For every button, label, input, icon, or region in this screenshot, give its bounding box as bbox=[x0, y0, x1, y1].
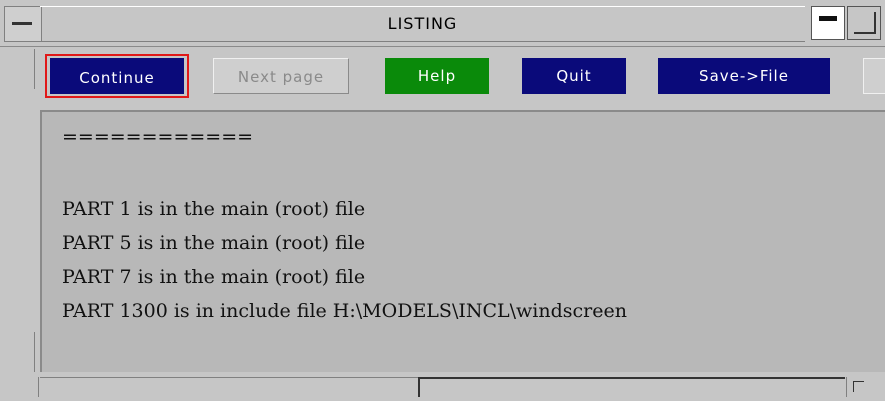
listing-line: PART 5 is in the main (root) file bbox=[62, 232, 366, 254]
minimize-button[interactable] bbox=[811, 6, 845, 40]
maximize-icon bbox=[854, 12, 876, 34]
help-button[interactable]: Help bbox=[385, 58, 489, 94]
resize-corner-icon bbox=[853, 381, 864, 392]
listing-line: PART 7 is in the main (root) file bbox=[62, 266, 366, 288]
menu-dash-icon bbox=[12, 22, 32, 25]
listing-line: PART 1 is in the main (root) file bbox=[62, 198, 366, 220]
quit-button[interactable]: Quit bbox=[522, 58, 626, 94]
scroll-thumb[interactable] bbox=[418, 377, 845, 397]
horizontal-scrollbar[interactable] bbox=[0, 373, 885, 401]
maximize-button[interactable] bbox=[847, 6, 881, 40]
window-title: LISTING bbox=[40, 6, 805, 42]
scroll-right-button[interactable] bbox=[846, 377, 881, 397]
resize-handle-bottom[interactable] bbox=[4, 332, 35, 372]
next-page-button[interactable]: Next page bbox=[213, 58, 349, 94]
toolbar: Continue Next page Help Quit Save->File bbox=[40, 50, 885, 106]
resize-handle-top[interactable] bbox=[4, 49, 35, 89]
title-bar[interactable]: LISTING bbox=[0, 0, 885, 47]
listing-window: LISTING Continue Next page Help Quit Sav… bbox=[0, 0, 885, 401]
continue-button[interactable]: Continue bbox=[50, 58, 184, 94]
left-resize-edge[interactable] bbox=[0, 47, 36, 372]
save-to-file-button[interactable]: Save->File bbox=[658, 58, 830, 94]
minimize-icon bbox=[819, 16, 837, 21]
listing-line: ============ bbox=[62, 126, 254, 148]
listing-line: PART 1300 is in include file H:\MODELS\I… bbox=[62, 300, 627, 322]
window-menu-button[interactable] bbox=[4, 6, 42, 42]
listing-text-area[interactable]: ============ PART 1 is in the main (root… bbox=[40, 110, 885, 372]
scroll-left-button[interactable] bbox=[8, 377, 39, 397]
overflow-button[interactable] bbox=[863, 58, 885, 94]
